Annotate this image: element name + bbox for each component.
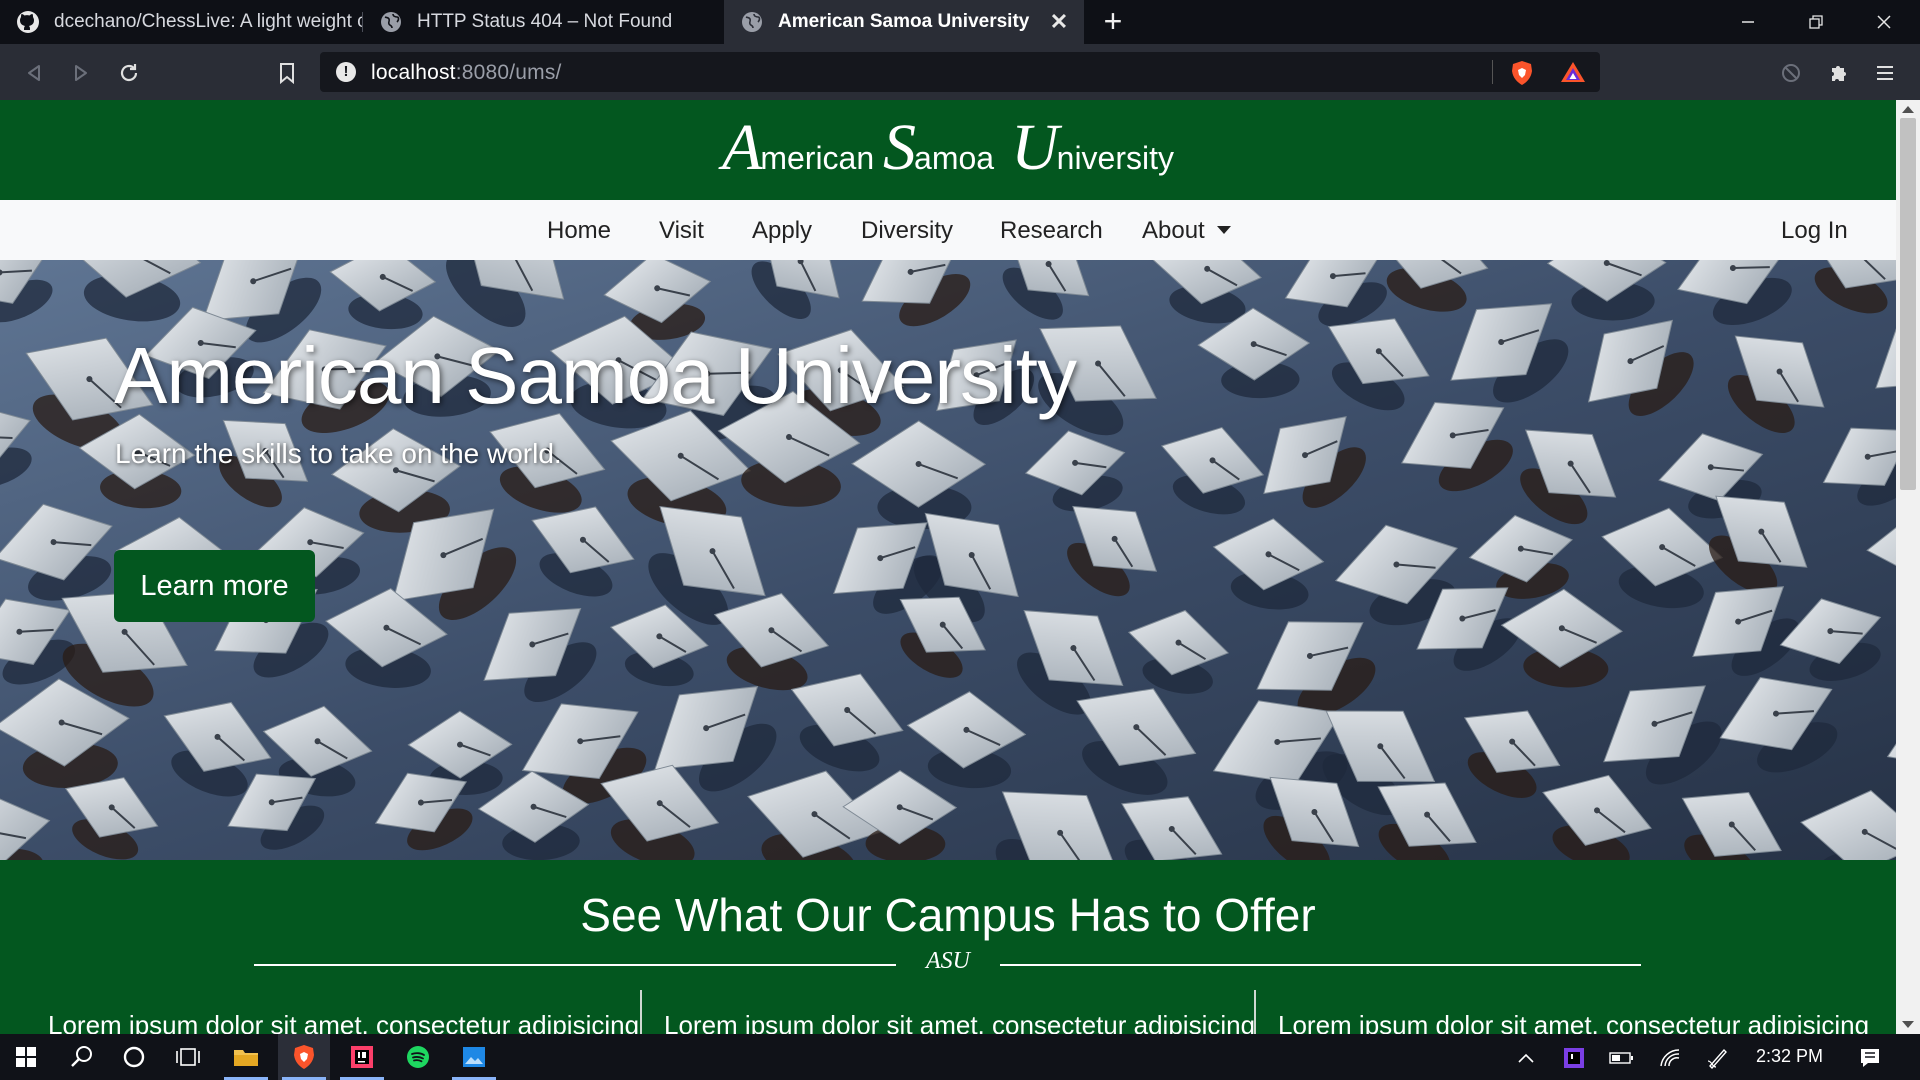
photos-app-icon[interactable] bbox=[448, 1034, 500, 1080]
taskbar-clock[interactable]: 2:32 PM bbox=[1756, 1046, 1823, 1067]
tab-chesslive[interactable]: dcechano/ChessLive: A light weight ch bbox=[0, 0, 362, 44]
file-explorer-icon[interactable] bbox=[220, 1034, 272, 1080]
search-icon[interactable] bbox=[56, 1034, 108, 1080]
url-text[interactable]: localhost:8080/ums/ bbox=[371, 61, 562, 85]
nav-research[interactable]: Research bbox=[1000, 217, 1103, 245]
browser-toolbar: ! localhost:8080/ums/ bbox=[0, 44, 1920, 100]
caret-down-icon bbox=[1216, 226, 1231, 234]
nav-apply[interactable]: Apply bbox=[752, 217, 812, 245]
campus-column-text: Lorem ipsum dolor sit amet, consectetur … bbox=[664, 1010, 1256, 1034]
main-navbar: Home Visit Apply Diversity Research Abou… bbox=[0, 200, 1896, 261]
cortana-icon[interactable] bbox=[108, 1034, 160, 1080]
reload-icon[interactable] bbox=[114, 58, 144, 88]
menu-hamburger-icon[interactable] bbox=[1870, 58, 1900, 88]
tab-title: American Samoa University bbox=[778, 11, 1030, 32]
scroll-down-arrow-icon[interactable] bbox=[1902, 1021, 1914, 1028]
brave-browser-icon[interactable] bbox=[278, 1034, 330, 1080]
column-divider bbox=[640, 990, 642, 1034]
tab-title: HTTP Status 404 – Not Found bbox=[417, 11, 673, 32]
vpn-icon[interactable] bbox=[1776, 58, 1806, 88]
windows-taskbar: 2:32 PM bbox=[0, 1034, 1920, 1080]
page-scrollbar[interactable] bbox=[1896, 100, 1920, 1034]
tab-american-samoa-university[interactable]: American Samoa University ✕ bbox=[724, 0, 1084, 44]
extensions-puzzle-icon[interactable] bbox=[1824, 58, 1854, 88]
site-info-icon[interactable]: ! bbox=[336, 62, 356, 82]
brand-header: American Samoa University bbox=[0, 100, 1896, 200]
site-logo[interactable]: American Samoa University bbox=[0, 110, 1896, 186]
address-bar[interactable]: ! localhost:8080/ums/ bbox=[320, 52, 1600, 92]
asu-monogram: ASU bbox=[926, 948, 970, 974]
close-tab-icon[interactable]: ✕ bbox=[1046, 9, 1072, 35]
notifications-icon[interactable] bbox=[1856, 1044, 1884, 1072]
bookmark-icon[interactable] bbox=[272, 58, 302, 88]
wifi-icon[interactable] bbox=[1656, 1044, 1684, 1072]
divider-left bbox=[254, 964, 896, 966]
task-view-icon[interactable] bbox=[162, 1034, 214, 1080]
show-hidden-icons-chevron-icon[interactable] bbox=[1512, 1044, 1540, 1072]
globe-icon bbox=[740, 10, 764, 34]
scroll-up-arrow-icon[interactable] bbox=[1902, 106, 1914, 113]
hero-subtitle: Learn the skills to take on the world. bbox=[115, 438, 562, 469]
intellij-icon[interactable] bbox=[336, 1034, 388, 1080]
nav-diversity[interactable]: Diversity bbox=[861, 217, 953, 245]
brave-shields-icon[interactable] bbox=[1510, 60, 1534, 91]
forward-icon[interactable] bbox=[66, 58, 96, 88]
windows-start-icon[interactable] bbox=[0, 1034, 52, 1080]
tab-404[interactable]: HTTP Status 404 – Not Found bbox=[363, 0, 720, 44]
page-viewport: American Samoa University Home Visit App… bbox=[0, 100, 1896, 1034]
tab-title: dcechano/ChessLive: A light weight ch bbox=[54, 11, 362, 32]
restore-icon[interactable] bbox=[1782, 0, 1850, 44]
nav-home[interactable]: Home bbox=[547, 217, 611, 245]
close-window-icon[interactable] bbox=[1850, 0, 1918, 44]
login-link[interactable]: Log In bbox=[1781, 217, 1848, 245]
hero-title: American Samoa University bbox=[114, 331, 1077, 420]
address-divider bbox=[1492, 60, 1493, 84]
nav-about-dropdown[interactable]: About bbox=[1142, 217, 1231, 245]
brave-rewards-icon[interactable] bbox=[1560, 61, 1586, 88]
back-icon[interactable] bbox=[19, 58, 49, 88]
browser-tab-strip: dcechano/ChessLive: A light weight ch HT… bbox=[0, 0, 1920, 44]
pen-ink-icon[interactable] bbox=[1704, 1044, 1732, 1072]
globe-icon bbox=[379, 10, 403, 34]
spotify-icon[interactable] bbox=[392, 1034, 444, 1080]
campus-column-text: Lorem ipsum dolor sit amet, consectetur … bbox=[48, 1010, 640, 1034]
hero-banner: American Samoa University Learn the skil… bbox=[0, 260, 1896, 860]
new-tab-plus-icon[interactable]: + bbox=[1097, 5, 1129, 38]
minimize-icon[interactable] bbox=[1714, 0, 1782, 44]
battery-icon[interactable] bbox=[1608, 1044, 1636, 1072]
campus-column-text: Lorem ipsum dolor sit amet, consectetur … bbox=[1278, 1010, 1870, 1034]
campus-heading: See What Our Campus Has to Offer bbox=[580, 889, 1316, 941]
learn-more-button[interactable]: Learn more bbox=[114, 550, 315, 622]
divider-right bbox=[1000, 964, 1641, 966]
campus-section: See What Our Campus Has to Offer ASU Lor… bbox=[0, 860, 1896, 1034]
nav-visit[interactable]: Visit bbox=[659, 217, 704, 245]
github-icon bbox=[16, 10, 40, 34]
intellij-tray-icon[interactable] bbox=[1560, 1044, 1588, 1072]
scroll-thumb[interactable] bbox=[1900, 118, 1916, 490]
